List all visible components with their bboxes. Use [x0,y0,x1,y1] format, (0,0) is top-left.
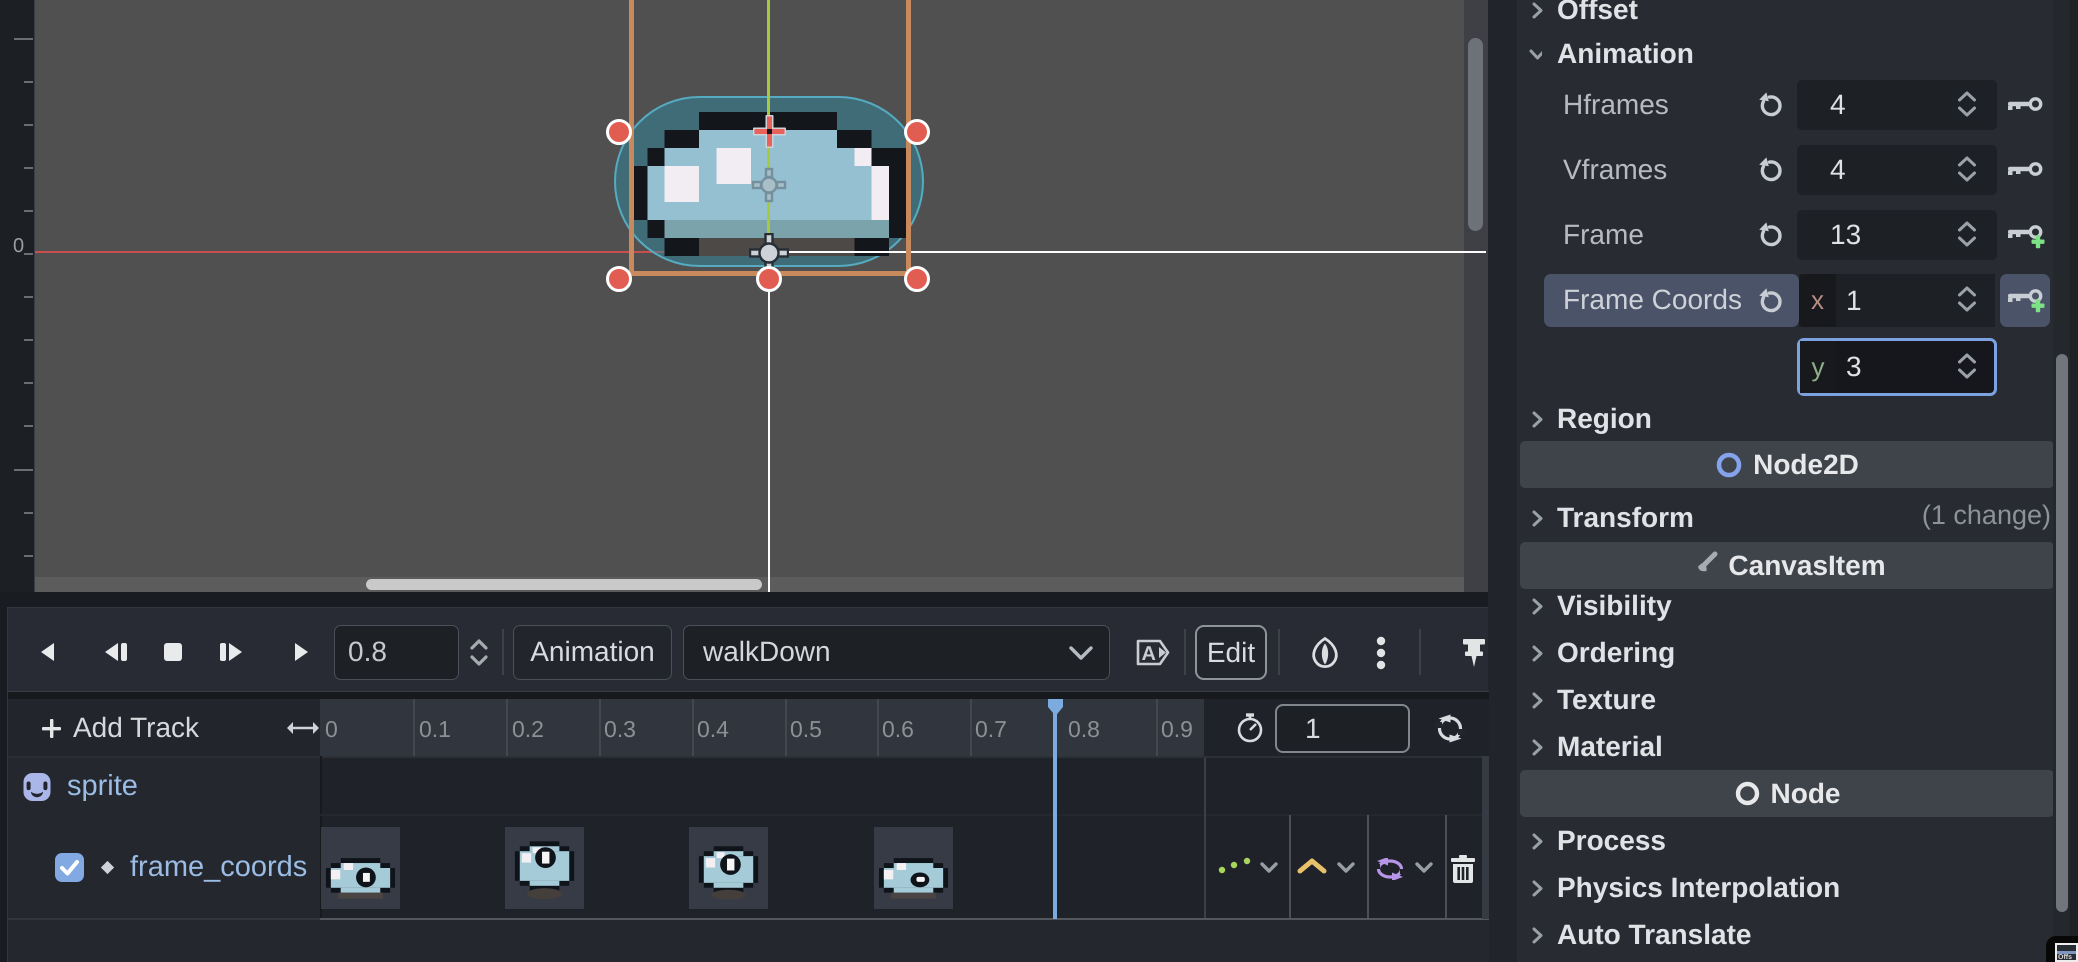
svg-text:A: A [1142,643,1156,665]
